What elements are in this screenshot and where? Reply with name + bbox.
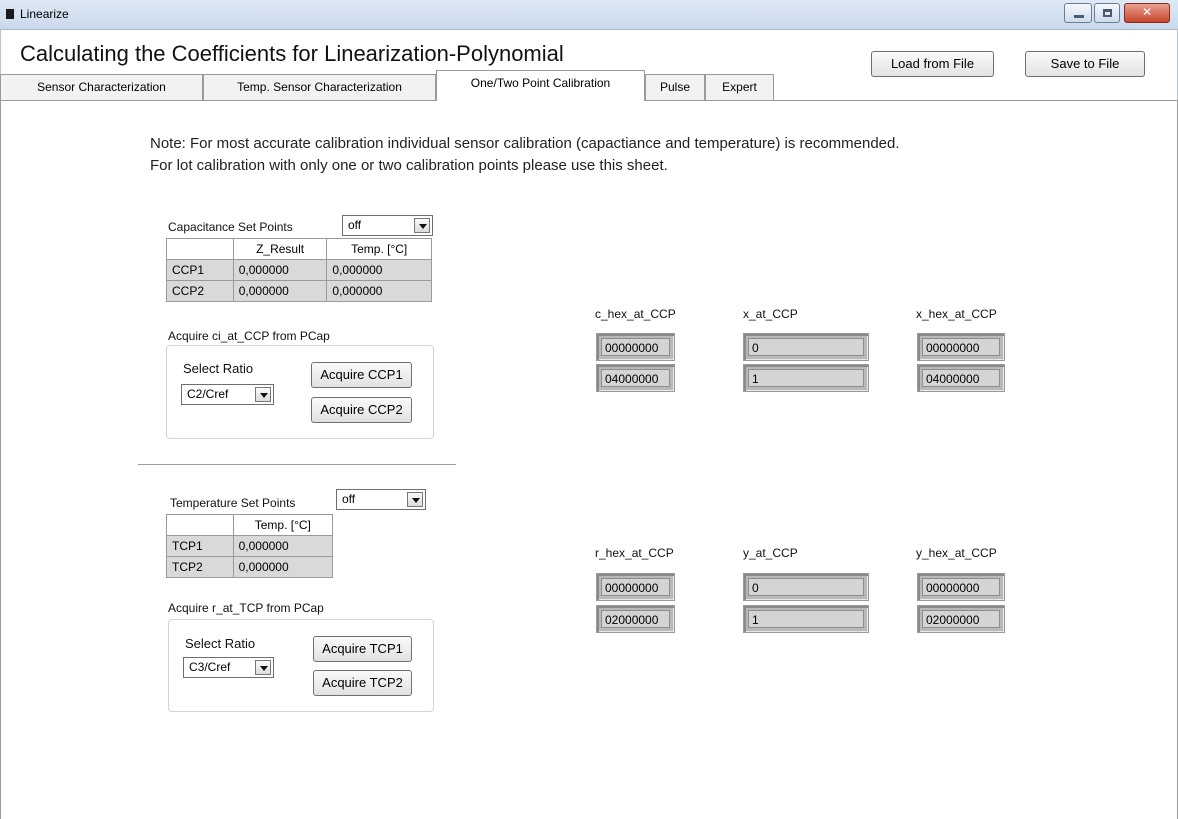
x-indicator: 1 (743, 364, 869, 392)
y-hex-value: 00000000 (922, 578, 1000, 596)
y-at-ccp-label: y_at_CCP (743, 546, 798, 560)
minimize-button[interactable] (1064, 3, 1092, 23)
y-indicator: 1 (743, 605, 869, 633)
x-value: 1 (748, 369, 864, 387)
chevron-down-icon (407, 492, 423, 507)
select-ratio-label: Select Ratio (185, 636, 256, 651)
row-label: TCP2 (166, 556, 234, 578)
r-hex-value: 00000000 (601, 578, 670, 596)
x-hex-indicator: 04000000 (917, 364, 1005, 392)
r-hex-indicator: 02000000 (596, 605, 675, 633)
x-hex-at-ccp-label: x_hex_at_CCP (916, 307, 997, 321)
section-divider (138, 464, 456, 465)
temp-cell[interactable]: 0,000000 (232, 535, 334, 557)
capacitance-setpoints-dropdown[interactable]: off (342, 215, 433, 236)
row-label: TCP1 (166, 535, 234, 557)
note-line-1: Note: For most accurate calibration indi… (150, 135, 900, 152)
column-header-z-result: Z_Result (232, 238, 328, 260)
tcp-ratio-value: C3/Cref (189, 660, 231, 674)
temp-cell[interactable]: 0,000000 (326, 259, 432, 281)
acquire-tcp-group-label: Acquire r_at_TCP from PCap (168, 601, 324, 615)
column-header-temp: Temp. [°C] (326, 238, 432, 260)
y-hex-value: 02000000 (922, 610, 1000, 628)
column-header-temp: Temp. [°C] (232, 514, 334, 536)
r-hex-value: 02000000 (601, 610, 670, 628)
x-value: 0 (748, 338, 864, 356)
window-titlebar: Linearize ✕ (0, 0, 1178, 30)
tab-sensor-characterization[interactable]: Sensor Characterization (0, 74, 203, 100)
column-header (166, 514, 234, 536)
table-row: CCP1 0,000000 0,000000 (166, 259, 432, 281)
app-icon (6, 9, 14, 19)
r-hex-at-ccp-label: r_hex_at_CCP (595, 546, 674, 560)
row-label: CCP2 (166, 280, 234, 302)
acquire-tcp1-button[interactable]: Acquire TCP1 (313, 636, 412, 662)
select-ratio-label: Select Ratio (183, 361, 254, 376)
tcp-ratio-dropdown[interactable]: C3/Cref (183, 657, 274, 678)
tab-pulse[interactable]: Pulse (645, 74, 705, 100)
c-hex-indicator: 04000000 (596, 364, 675, 392)
minimize-icon (1074, 15, 1084, 18)
y-indicator: 0 (743, 573, 869, 601)
acquire-ccp-group-label: Acquire ci_at_CCP from PCap (168, 329, 330, 343)
c-hex-value: 00000000 (601, 338, 670, 356)
x-hex-indicator: 00000000 (917, 333, 1005, 361)
column-header (166, 238, 234, 260)
y-hex-at-ccp-label: y_hex_at_CCP (916, 546, 997, 560)
maximize-button[interactable] (1094, 3, 1120, 23)
x-indicator: 0 (743, 333, 869, 361)
tab-expert[interactable]: Expert (705, 74, 774, 100)
c-hex-value: 04000000 (601, 369, 670, 387)
r-hex-indicator: 00000000 (596, 573, 675, 601)
temp-cell[interactable]: 0,000000 (326, 280, 432, 302)
temperature-table: Temp. [°C] TCP1 0,000000 TCP2 0,000000 (166, 514, 334, 578)
y-hex-indicator: 02000000 (917, 605, 1005, 633)
y-value: 0 (748, 578, 864, 596)
tab-one-two-point-calibration[interactable]: One/Two Point Calibration (436, 70, 645, 101)
save-to-file-button[interactable]: Save to File (1025, 51, 1145, 77)
note-line-2: For lot calibration with only one or two… (150, 157, 668, 174)
ccp-ratio-value: C2/Cref (187, 387, 229, 401)
acquire-tcp2-button[interactable]: Acquire TCP2 (313, 670, 412, 696)
chevron-down-icon (255, 660, 271, 675)
y-value: 1 (748, 610, 864, 628)
temperature-setpoints-dropdown[interactable]: off (336, 489, 426, 510)
x-at-ccp-label: x_at_CCP (743, 307, 798, 321)
c-hex-at-ccp-label: c_hex_at_CCP (595, 307, 676, 321)
capacitance-table: Z_Result Temp. [°C] CCP1 0,000000 0,0000… (166, 238, 432, 302)
x-hex-value: 00000000 (922, 338, 1000, 356)
window-title: Linearize (20, 7, 69, 21)
close-icon: ✕ (1141, 5, 1153, 19)
capacitance-setpoints-label: Capacitance Set Points (168, 220, 293, 234)
temperature-setpoints-label: Temperature Set Points (170, 496, 296, 510)
chevron-down-icon (414, 218, 430, 233)
table-row: TCP1 0,000000 (166, 535, 334, 557)
close-button[interactable]: ✕ (1124, 3, 1170, 23)
row-label: CCP1 (166, 259, 234, 281)
page-title: Calculating the Coefficients for Lineari… (20, 41, 564, 66)
tab-temp-sensor-characterization[interactable]: Temp. Sensor Characterization (203, 74, 436, 100)
temperature-setpoints-value: off (342, 492, 356, 506)
z-result-cell[interactable]: 0,000000 (232, 259, 328, 281)
acquire-ccp1-button[interactable]: Acquire CCP1 (311, 362, 412, 388)
c-hex-indicator: 00000000 (596, 333, 675, 361)
chevron-down-icon (255, 387, 271, 402)
capacitance-setpoints-value: off (348, 218, 362, 232)
table-row: CCP2 0,000000 0,000000 (166, 280, 432, 302)
x-hex-value: 04000000 (922, 369, 1000, 387)
ccp-ratio-dropdown[interactable]: C2/Cref (181, 384, 274, 405)
table-row: TCP2 0,000000 (166, 556, 334, 578)
y-hex-indicator: 00000000 (917, 573, 1005, 601)
maximize-icon (1103, 9, 1112, 17)
load-from-file-button[interactable]: Load from File (871, 51, 994, 77)
temp-cell[interactable]: 0,000000 (232, 556, 334, 578)
z-result-cell[interactable]: 0,000000 (232, 280, 328, 302)
acquire-ccp2-button[interactable]: Acquire CCP2 (311, 397, 412, 423)
